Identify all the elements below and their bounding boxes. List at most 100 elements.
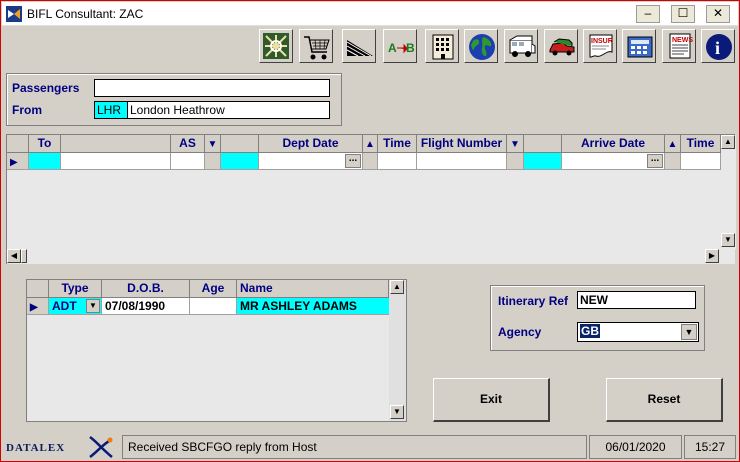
pax-type-value: ADT xyxy=(52,299,77,313)
pax-row-header-corner xyxy=(27,280,49,298)
col-header-flight-number[interactable]: Flight Number xyxy=(417,135,507,153)
pax-type-dropdown-icon[interactable]: ▼ xyxy=(86,299,100,313)
maximize-button[interactable]: ☐ xyxy=(671,5,695,23)
pax-col-age[interactable]: Age xyxy=(190,280,237,298)
pax-type-cell[interactable]: ADT ▼ xyxy=(49,298,102,315)
news-icon-label: NEWS xyxy=(672,37,693,44)
arrive-spacer-cell xyxy=(665,153,681,170)
scroll-right-arrow-icon[interactable]: ▶ xyxy=(705,249,719,263)
col-header-to[interactable]: To xyxy=(29,135,61,153)
info-icon: i xyxy=(706,34,732,60)
to-code-cell[interactable] xyxy=(29,153,61,170)
car-hire-button[interactable] xyxy=(544,29,578,63)
close-button[interactable]: ✕ xyxy=(706,5,730,23)
agency-select-value: GB xyxy=(580,324,600,338)
ferry-button[interactable] xyxy=(342,29,376,63)
flight-spacer-cell xyxy=(507,153,524,170)
status-bar: DATALEX Received SBCFGO reply from Host … xyxy=(2,433,738,461)
as-spacer-cell xyxy=(205,153,221,170)
itinerary-ref-field[interactable]: NEW xyxy=(577,291,696,309)
globe-icon xyxy=(469,34,495,60)
barcode-button[interactable] xyxy=(259,29,293,63)
as-sort-down-icon[interactable]: ▼ xyxy=(205,135,221,153)
flights-horizontal-scrollbar[interactable]: ◀ ▶ xyxy=(7,249,721,264)
window-title: BIFL Consultant: ZAC xyxy=(27,7,144,21)
scroll-thumb[interactable] xyxy=(21,249,27,263)
datalex-logo-text: DATALEX xyxy=(6,442,66,454)
campervan-button[interactable] xyxy=(504,29,538,63)
flight-number-cell[interactable] xyxy=(417,153,507,170)
pax-scroll-down-arrow-icon[interactable]: ▼ xyxy=(390,405,404,419)
pax-name-cell[interactable]: MR ASHLEY ADAMS xyxy=(237,298,406,315)
info-button[interactable]: i xyxy=(701,29,735,63)
barcode-icon xyxy=(263,33,289,59)
col-header-arrive-date[interactable]: Arrive Date xyxy=(562,135,665,153)
flights-vertical-scrollbar[interactable]: ▲ ▼ xyxy=(721,135,736,249)
arrive-date-cell[interactable]: ... xyxy=(562,153,665,170)
dept-day-cell[interactable] xyxy=(221,153,259,170)
title-bar[interactable]: BIFL Consultant: ZAC – ☐ ✕ xyxy=(2,2,738,26)
ship-icon xyxy=(346,40,373,57)
dept-time-cell[interactable] xyxy=(378,153,417,170)
hotel-button[interactable] xyxy=(425,29,459,63)
car-icon xyxy=(549,38,575,56)
pax-col-type[interactable]: Type xyxy=(49,280,102,298)
pax-age-cell[interactable] xyxy=(190,298,237,315)
pax-col-name[interactable]: Name xyxy=(237,280,389,298)
globe-button[interactable] xyxy=(464,29,498,63)
shopping-cart-icon xyxy=(304,36,330,60)
to-name-cell[interactable] xyxy=(61,153,171,170)
from-code-field[interactable]: LHR xyxy=(94,101,128,119)
pax-scroll-up-arrow-icon[interactable]: ▲ xyxy=(390,280,404,294)
dept-date-cell[interactable]: ... xyxy=(259,153,363,170)
arrive-sort-up-icon[interactable]: ▲ xyxy=(665,135,681,153)
dept-date-picker-button[interactable]: ... xyxy=(345,154,361,168)
scroll-left-arrow-icon[interactable]: ◀ xyxy=(7,249,21,263)
col-header-time[interactable]: Time xyxy=(378,135,417,153)
status-time: 15:27 xyxy=(684,435,736,459)
col-header-dept-date[interactable]: Dept Date xyxy=(259,135,363,153)
campervan-icon xyxy=(509,35,536,57)
minimize-button[interactable]: – xyxy=(636,5,660,23)
itinerary-ref-label: Itinerary Ref xyxy=(498,294,569,308)
app-icon xyxy=(6,6,22,22)
arrive-date-picker-button[interactable]: ... xyxy=(647,154,663,168)
agency-dropdown-icon[interactable]: ▼ xyxy=(681,324,697,340)
reset-button[interactable]: Reset xyxy=(606,378,723,422)
calculator-icon xyxy=(627,36,653,58)
scroll-up-arrow-icon[interactable]: ▲ xyxy=(721,135,735,149)
col-header-arrive-time[interactable]: Time xyxy=(681,135,721,153)
flights-grid[interactable]: To AS ▼ Dept Date ▲ Time Flight Number ▼… xyxy=(6,134,736,264)
col-header-blank-2 xyxy=(221,135,259,153)
row-indicator[interactable]: ▶ xyxy=(7,153,29,170)
agency-select[interactable]: GB ▼ xyxy=(577,322,699,342)
calculator-button[interactable] xyxy=(622,29,656,63)
a-to-b-button[interactable]: A B xyxy=(383,29,417,63)
pax-row-indicator[interactable]: ▶ xyxy=(27,298,49,315)
dept-sort-up-icon[interactable]: ▲ xyxy=(363,135,378,153)
pax-dob-cell[interactable]: 07/08/1990 xyxy=(102,298,190,315)
main-window: BIFL Consultant: ZAC – ☐ ✕ A B INSUR NEW… xyxy=(0,0,740,462)
scroll-down-arrow-icon[interactable]: ▼ xyxy=(721,233,735,247)
arrive-day-cell[interactable] xyxy=(524,153,562,170)
from-name-field[interactable]: London Heathrow xyxy=(127,101,330,119)
arrive-time-cell[interactable] xyxy=(681,153,721,170)
passengers-field[interactable] xyxy=(94,79,330,97)
pax-vertical-scrollbar[interactable]: ▲ ▼ xyxy=(389,280,406,421)
col-header-as[interactable]: AS xyxy=(171,135,205,153)
news-button[interactable]: NEWS xyxy=(662,29,696,63)
passengers-label: Passengers xyxy=(12,81,80,95)
insurance-button[interactable]: INSUR xyxy=(583,29,617,63)
as-cell[interactable] xyxy=(171,153,205,170)
pax-col-dob[interactable]: D.O.B. xyxy=(102,280,190,298)
insurance-icon-label: INSUR xyxy=(591,38,613,45)
exit-button[interactable]: Exit xyxy=(433,378,550,422)
flight-sort-down-icon[interactable]: ▼ xyxy=(507,135,524,153)
a-to-b-b-label: B xyxy=(406,41,415,55)
cart-button[interactable] xyxy=(299,29,333,63)
status-message: Received SBCFGO reply from Host xyxy=(122,435,587,459)
passenger-grid[interactable]: Type D.O.B. Age Name ▶ ADT ▼ 07/08/1990 … xyxy=(26,279,407,422)
dept-spacer-cell xyxy=(363,153,378,170)
hotel-icon xyxy=(432,34,454,60)
col-header-blank-3 xyxy=(524,135,562,153)
